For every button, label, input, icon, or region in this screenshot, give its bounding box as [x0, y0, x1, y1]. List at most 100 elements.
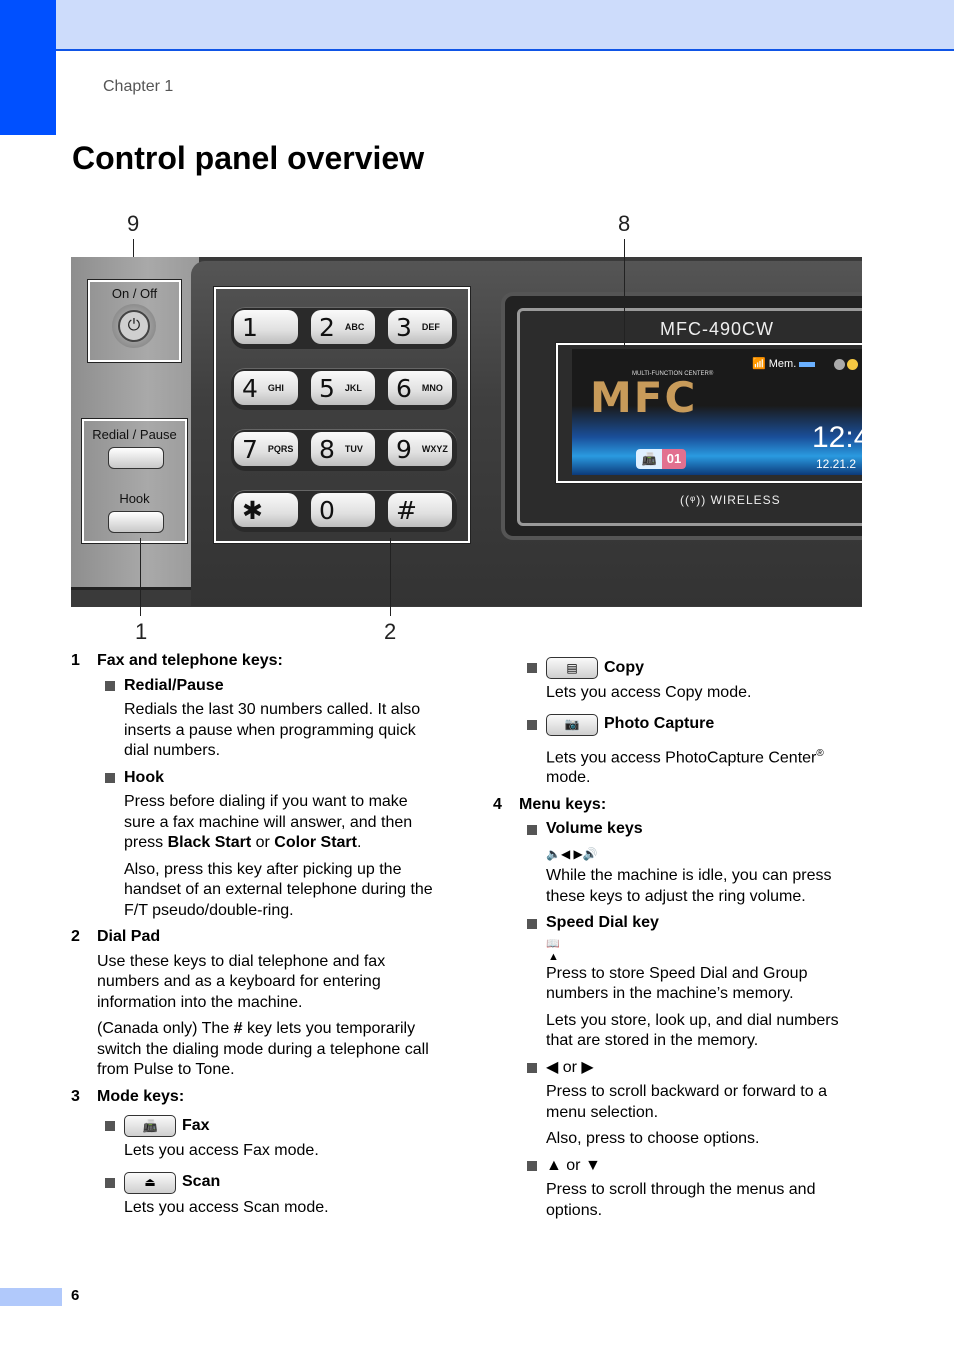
ink-dot-icon — [834, 359, 845, 370]
key-digit: 0 — [319, 495, 335, 525]
key-name: Black Start — [167, 834, 252, 851]
key-letters: TUV — [344, 444, 363, 454]
callout-9: 9 — [127, 211, 140, 236]
item-title: Redial/Pause — [124, 676, 224, 694]
key-letters: ABC — [344, 322, 365, 332]
item-description: While the machine is idle, you can press… — [546, 867, 832, 905]
item-description: Press to scroll backward or forward to a… — [546, 1083, 827, 1121]
item-title: Speed Dial key — [546, 914, 659, 932]
key-letters: JKL — [344, 383, 362, 393]
up-arrow-icon: ▲ — [548, 950, 559, 963]
right-column: ▤ Copy Lets you access Copy mode. 📷 Photo … — [493, 657, 865, 1227]
hook-label: Hook — [119, 491, 150, 506]
hook-button[interactable] — [108, 511, 164, 533]
panel-left-section: On / Off ⏻ Redial / Pause Hook — [71, 257, 199, 590]
key-digit: 3 — [396, 312, 412, 342]
section-title: Mode keys: — [97, 1087, 185, 1105]
section-number: 3 — [71, 1087, 80, 1105]
redial-pause-button[interactable] — [108, 447, 164, 469]
key-digit: 1 — [242, 312, 258, 342]
callout-2: 2 — [384, 619, 397, 644]
section-description: (Canada only) The # key lets you tempora… — [97, 1019, 443, 1081]
key-letters: PQRS — [267, 444, 294, 454]
bullet-icon — [527, 918, 537, 929]
lcd-fax-indicator: 📠 01 — [636, 449, 686, 469]
dial-key-8[interactable]: 8 TUV — [311, 432, 375, 466]
key-letters: WXYZ — [421, 444, 448, 454]
fax-icon: 📠 — [636, 449, 662, 469]
lcd-logo: MFC — [590, 373, 698, 422]
dial-key-5[interactable]: 5 JKL — [311, 371, 375, 405]
key-letters: GHI — [267, 383, 284, 393]
item-description: Press before dialing if you want to make… — [124, 792, 443, 854]
page-title: Control panel overview — [72, 140, 425, 176]
telephone-keys-group: Redial / Pause Hook — [81, 418, 188, 544]
key-digit: 9 — [396, 434, 412, 464]
dial-key-6[interactable]: 6 MNO — [388, 371, 452, 405]
chapter-label: Chapter 1 — [103, 78, 174, 95]
bullet-icon — [527, 719, 537, 730]
lcd-callout-box: MULTI-FUNCTION CENTER® MFC 📶 Mem. 📠 01 1… — [555, 342, 862, 484]
key-digit: # — [396, 495, 417, 525]
callout-line-1 — [140, 538, 141, 616]
bullet-icon — [527, 1063, 537, 1074]
chapter-tab — [0, 0, 56, 135]
power-button[interactable]: ⏻ — [112, 304, 156, 348]
page-number: 6 — [71, 1287, 80, 1304]
copy-mode-item: ▤ Copy — [527, 657, 865, 679]
item-title: Copy — [604, 658, 644, 676]
item-description: Redials the last 30 numbers called. It a… — [124, 701, 421, 759]
model-name: MFC-490CW — [660, 319, 775, 339]
lcd-time: 12:4 — [812, 421, 862, 454]
key-digit: 6 — [396, 373, 412, 403]
wireless-text: WIRELESS — [710, 493, 781, 507]
section-number: 1 — [71, 652, 80, 669]
dial-key-9[interactable]: 9 WXYZ — [388, 432, 452, 466]
dial-key-7[interactable]: 7 PQRS — [234, 432, 298, 466]
dial-key-2[interactable]: 2 ABC — [311, 310, 375, 344]
dial-key-3[interactable]: 3 DEF — [388, 310, 452, 344]
registered-mark: ® — [816, 747, 824, 759]
section-title: Dial Pad — [97, 928, 161, 945]
item-title: ▲ or ▼ — [546, 1156, 601, 1174]
lcd-date: 12.21.2 — [816, 457, 857, 471]
callout-line-2 — [390, 538, 391, 616]
key-letters: DEF — [421, 322, 440, 332]
speed-dial-item: Speed Dial key — [527, 913, 865, 934]
memory-bar-icon — [799, 361, 816, 367]
text: mode. — [546, 769, 591, 787]
key-digit: 4 — [242, 373, 258, 403]
item-description: Also, press this key after picking up th… — [124, 860, 433, 919]
item-description: Lets you access Fax mode. — [124, 1142, 319, 1159]
callout-8: 8 — [618, 211, 631, 236]
dial-key-#[interactable]: # — [388, 493, 452, 527]
header-band — [0, 0, 954, 51]
callout-1: 1 — [135, 619, 148, 644]
item-title: Photo Capture — [604, 715, 715, 733]
lcd-status: 📶 Mem. — [752, 357, 816, 370]
section-3-heading: 3 Mode keys: — [71, 1087, 443, 1108]
up-down-keys-item: ▲ or ▼ — [527, 1156, 865, 1177]
dial-key-4[interactable]: 4 GHI — [234, 371, 298, 405]
fax-key-icon: 📠 — [124, 1115, 176, 1137]
text: Lets you access PhotoCapture Center — [546, 748, 817, 766]
item-description: Lets you access PhotoCapture Center® mode… — [546, 744, 865, 789]
item-description: Lets you access Copy mode. — [546, 684, 752, 701]
bullet-icon — [527, 824, 537, 835]
text: (Canada only) The — [97, 1020, 234, 1037]
camera-key-icon: 📷 — [546, 713, 598, 736]
section-2-heading: 2 Dial Pad — [71, 927, 443, 948]
footer-bar — [0, 1288, 62, 1306]
dial-pad: 1 2 ABC 3 DEF 4 GHI 5 JKL 6 MNO 7 PQRS 8 TUV 9 WXYZ ✱ 0 # — [213, 286, 471, 544]
lcd-screen[interactable]: MULTI-FUNCTION CENTER® MFC 📶 Mem. 📠 01 1… — [572, 349, 862, 475]
bullet-icon — [527, 663, 537, 673]
dial-key-✱[interactable]: ✱ — [234, 493, 298, 527]
section-number: 2 — [71, 928, 80, 945]
key-digit: ✱ — [242, 495, 263, 525]
scan-mode-item: ⏏ Scan — [105, 1171, 443, 1194]
redial-pause-item: Redial/Pause — [105, 676, 443, 697]
item-description: Press to scroll through the menus and op… — [546, 1181, 816, 1219]
fax-mode-item: 📠 Fax — [105, 1115, 443, 1137]
dial-key-1[interactable]: 1 — [234, 310, 298, 344]
dial-key-0[interactable]: 0 — [311, 493, 375, 527]
